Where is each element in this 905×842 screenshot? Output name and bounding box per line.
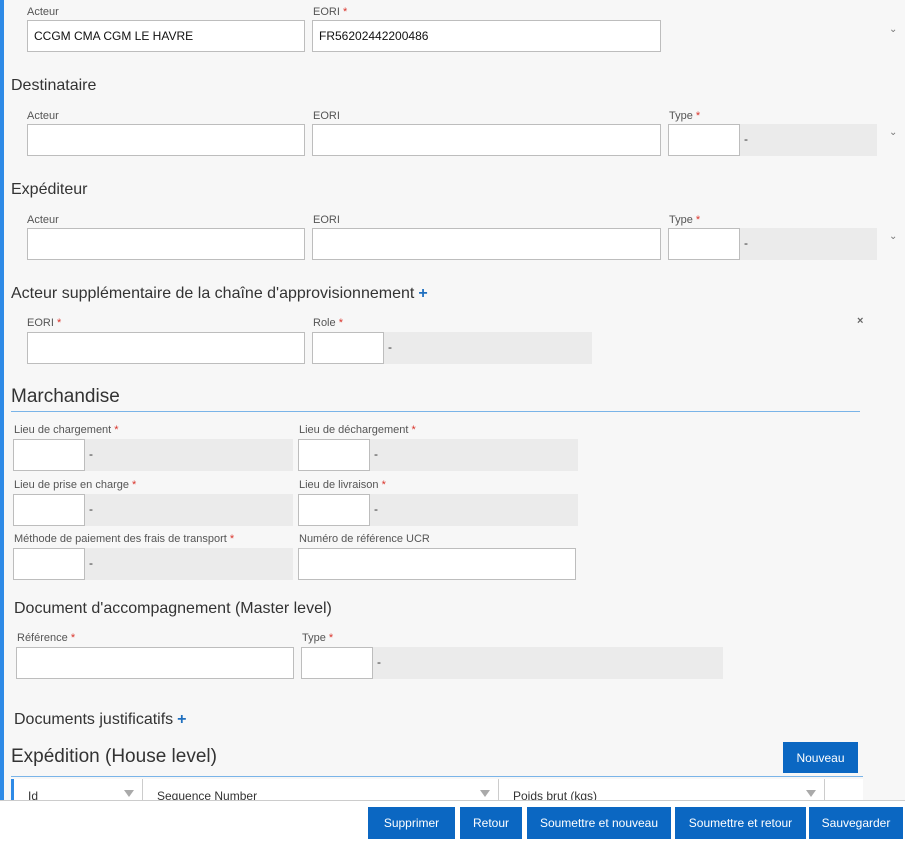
chevron-down-icon[interactable]: ⌄ bbox=[889, 231, 897, 242]
lieu-dechargement-input[interactable] bbox=[298, 439, 370, 471]
lieu-chargement-desc: - bbox=[89, 447, 93, 461]
action-bar: Supprimer Retour Soumettre et nouveau So… bbox=[0, 800, 905, 842]
lieu-prise-label: Lieu de prise en charge * bbox=[14, 479, 137, 491]
methode-paiement-field: - bbox=[13, 548, 293, 580]
expediteur-type-label: Type * bbox=[669, 214, 701, 226]
expediteur-type-field: - bbox=[668, 228, 877, 260]
transporteur-acteur-label: Acteur bbox=[27, 6, 59, 18]
lieu-chargement-field: - bbox=[13, 439, 293, 471]
lieu-prise-input[interactable] bbox=[13, 494, 85, 526]
chevron-down-icon[interactable]: ⌄ bbox=[889, 127, 897, 138]
destinataire-acteur-label: Acteur bbox=[27, 110, 59, 122]
transporteur-eori-label: EORI * bbox=[313, 6, 348, 18]
document-type-field: - bbox=[301, 647, 723, 679]
lieu-prise-field: - bbox=[13, 494, 293, 526]
grid-column-id[interactable]: Id bbox=[14, 779, 143, 801]
lieu-livraison-desc: - bbox=[374, 502, 378, 516]
destinataire-type-field: - bbox=[668, 124, 877, 156]
lieu-dechargement-desc: - bbox=[374, 447, 378, 461]
document-type-input[interactable] bbox=[301, 647, 373, 679]
acteur-supp-role-desc: - bbox=[388, 340, 392, 354]
ucr-input[interactable] bbox=[298, 548, 576, 580]
expediteur-type-desc: - bbox=[744, 236, 748, 250]
lieu-chargement-input[interactable] bbox=[13, 439, 85, 471]
lieu-livraison-input[interactable] bbox=[298, 494, 370, 526]
expediteur-acteur-label: Acteur bbox=[27, 214, 59, 226]
acteur-supp-title: Acteur supplémentaire de la chaîne d'app… bbox=[11, 285, 428, 302]
destinataire-type-label: Type * bbox=[669, 110, 701, 122]
marchandise-title: Marchandise bbox=[11, 386, 120, 407]
back-button[interactable]: Retour bbox=[460, 807, 522, 839]
lieu-prise-desc: - bbox=[89, 502, 93, 516]
document-reference-input[interactable] bbox=[16, 647, 294, 679]
acteur-supp-eori-input[interactable] bbox=[27, 332, 305, 364]
filter-icon[interactable] bbox=[124, 790, 134, 797]
methode-paiement-input[interactable] bbox=[13, 548, 85, 580]
grid-column-sequence[interactable]: Sequence Number bbox=[143, 779, 499, 801]
acteur-supp-eori-label: EORI * bbox=[27, 317, 62, 329]
document-type-desc: - bbox=[377, 655, 381, 669]
acteur-supp-role-label: Role * bbox=[313, 317, 343, 329]
lieu-livraison-label: Lieu de livraison * bbox=[299, 479, 386, 491]
grid-column-poids[interactable]: Poids brut (kgs) bbox=[499, 779, 825, 801]
acteur-supp-role-field: - bbox=[312, 332, 592, 364]
destinataire-type-desc: - bbox=[744, 132, 748, 146]
filter-icon[interactable] bbox=[806, 790, 816, 797]
delete-button[interactable]: Supprimer bbox=[368, 807, 455, 839]
destinataire-type-input[interactable] bbox=[668, 124, 740, 156]
methode-paiement-label: Méthode de paiement des frais de transpo… bbox=[14, 533, 235, 545]
document-accomp-title: Document d'accompagnement (Master level) bbox=[14, 600, 332, 617]
expediteur-acteur-input[interactable] bbox=[27, 228, 305, 260]
destinataire-acteur-input[interactable] bbox=[27, 124, 305, 156]
documents-justificatifs-title: Documents justificatifs + bbox=[14, 711, 187, 728]
new-expedition-button[interactable]: Nouveau bbox=[783, 742, 858, 773]
methode-paiement-desc: - bbox=[89, 556, 93, 570]
expediteur-title: Expéditeur bbox=[11, 181, 88, 198]
submit-and-back-button[interactable]: Soumettre et retour bbox=[675, 807, 806, 839]
section-divider bbox=[11, 411, 860, 412]
destinataire-title: Destinataire bbox=[11, 77, 97, 94]
expedition-title: Expédition (House level) bbox=[11, 746, 217, 767]
section-divider bbox=[11, 776, 863, 777]
add-acteur-supp-button[interactable]: + bbox=[418, 285, 427, 302]
expediteur-eori-label: EORI bbox=[313, 214, 340, 226]
destinataire-eori-label: EORI bbox=[313, 110, 340, 122]
document-reference-label: Référence * bbox=[17, 632, 76, 644]
lieu-dechargement-field: - bbox=[298, 439, 578, 471]
transporteur-eori-input[interactable]: FR56202442200486 bbox=[312, 20, 661, 52]
destinataire-eori-input[interactable] bbox=[312, 124, 661, 156]
close-icon[interactable]: × bbox=[857, 315, 863, 327]
expediteur-type-input[interactable] bbox=[668, 228, 740, 260]
document-type-label: Type * bbox=[302, 632, 334, 644]
left-accent-bar bbox=[0, 0, 4, 800]
expedition-grid-header: Id Sequence Number Poids brut (kgs) bbox=[11, 779, 863, 801]
add-document-button[interactable]: + bbox=[177, 711, 186, 728]
acteur-supp-role-input[interactable] bbox=[312, 332, 384, 364]
lieu-chargement-label: Lieu de chargement * bbox=[14, 424, 119, 436]
expediteur-eori-input[interactable] bbox=[312, 228, 661, 260]
submit-and-new-button[interactable]: Soumettre et nouveau bbox=[527, 807, 671, 839]
lieu-dechargement-label: Lieu de déchargement * bbox=[299, 424, 416, 436]
lieu-livraison-field: - bbox=[298, 494, 578, 526]
transporteur-acteur-input[interactable]: CCGM CMA CGM LE HAVRE bbox=[27, 20, 305, 52]
filter-icon[interactable] bbox=[480, 790, 490, 797]
save-button[interactable]: Sauvegarder bbox=[809, 807, 903, 839]
chevron-down-icon[interactable]: ⌄ bbox=[889, 24, 897, 35]
ucr-label: Numéro de référence UCR bbox=[299, 533, 430, 545]
